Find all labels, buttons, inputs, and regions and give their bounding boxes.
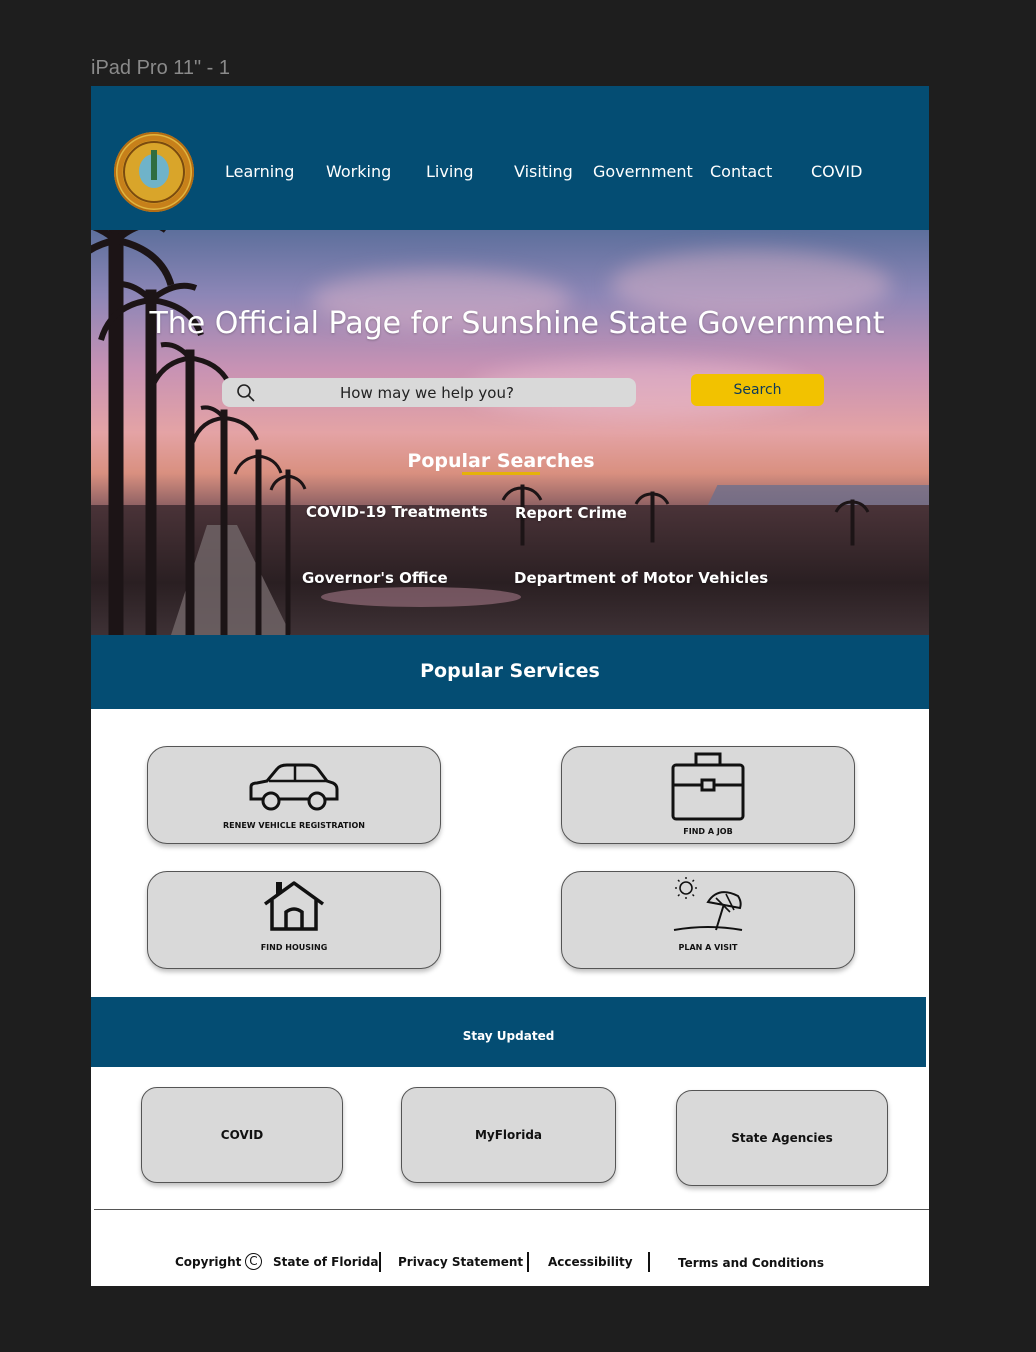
footer-copyright: Copyright bbox=[175, 1255, 242, 1269]
beach-umbrella-icon bbox=[673, 877, 743, 931]
briefcase-icon bbox=[671, 752, 745, 821]
footer-link-accessibility[interactable]: Accessibility bbox=[548, 1255, 633, 1269]
popular-searches-underline bbox=[462, 472, 540, 475]
stay-updated-band: Stay Updated bbox=[91, 997, 926, 1067]
page: Learning Working Living Visiting Governm… bbox=[91, 86, 929, 1286]
service-find-housing[interactable]: FIND HOUSING bbox=[147, 871, 441, 969]
frame-label: iPad Pro 11" - 1 bbox=[91, 57, 231, 79]
popular-services-band: Popular Services bbox=[91, 635, 929, 709]
search-icon bbox=[237, 384, 255, 402]
service-label: FIND HOUSING bbox=[260, 943, 328, 952]
nav-contact[interactable]: Contact bbox=[710, 162, 772, 181]
search-input[interactable] bbox=[262, 378, 592, 407]
service-label: RENEW VEHICLE REGISTRATION bbox=[223, 821, 365, 830]
popular-searches-title: Popular Searches bbox=[407, 450, 595, 472]
copyright-icon: C bbox=[245, 1253, 262, 1270]
site-header: Learning Working Living Visiting Governm… bbox=[91, 86, 929, 230]
nav-government[interactable]: Government bbox=[593, 162, 693, 181]
footer-divider bbox=[94, 1209, 929, 1210]
popular-search-governors-office[interactable]: Governor's Office bbox=[302, 569, 448, 587]
search-button[interactable]: Search bbox=[691, 374, 824, 406]
footer-owner: State of Florida bbox=[273, 1255, 379, 1269]
footer-separator bbox=[648, 1252, 650, 1272]
palm-trees-image bbox=[91, 230, 870, 635]
popular-search-covid-treatments[interactable]: COVID-19 Treatments bbox=[306, 503, 488, 521]
service-label: PLAN A VISIT bbox=[678, 943, 738, 952]
nav-living[interactable]: Living bbox=[426, 162, 474, 181]
footer-link-privacy[interactable]: Privacy Statement bbox=[398, 1255, 523, 1269]
service-renew-vehicle-registration[interactable]: RENEW VEHICLE REGISTRATION bbox=[147, 746, 441, 844]
footer-separator bbox=[379, 1252, 381, 1272]
popular-search-report-crime[interactable]: Report Crime bbox=[515, 504, 627, 522]
state-seal-logo[interactable] bbox=[114, 132, 194, 212]
service-plan-a-visit[interactable]: PLAN A VISIT bbox=[561, 871, 855, 969]
car-icon bbox=[249, 763, 339, 811]
update-covid-button[interactable]: COVID bbox=[141, 1087, 343, 1183]
house-icon bbox=[263, 881, 325, 931]
stay-updated-title: Stay Updated bbox=[462, 1029, 555, 1043]
nav-learning[interactable]: Learning bbox=[225, 162, 294, 181]
hero-banner: The Official Page for Sunshine State Gov… bbox=[91, 230, 929, 635]
popular-search-dmv[interactable]: Department of Motor Vehicles bbox=[514, 569, 768, 587]
nav-covid[interactable]: COVID bbox=[811, 162, 862, 181]
service-label: FIND A JOB bbox=[683, 827, 733, 836]
update-state-agencies-button[interactable]: State Agencies bbox=[676, 1090, 888, 1186]
hero-title: The Official Page for Sunshine State Gov… bbox=[149, 306, 885, 341]
update-myflorida-button[interactable]: MyFlorida bbox=[401, 1087, 616, 1183]
footer-separator bbox=[527, 1252, 529, 1272]
search-bar[interactable] bbox=[222, 378, 636, 407]
service-find-a-job[interactable]: FIND A JOB bbox=[561, 746, 855, 844]
nav-working[interactable]: Working bbox=[326, 162, 391, 181]
nav-visiting[interactable]: Visiting bbox=[514, 162, 573, 181]
popular-services-title: Popular Services bbox=[420, 660, 600, 682]
footer-link-terms[interactable]: Terms and Conditions bbox=[678, 1256, 824, 1270]
